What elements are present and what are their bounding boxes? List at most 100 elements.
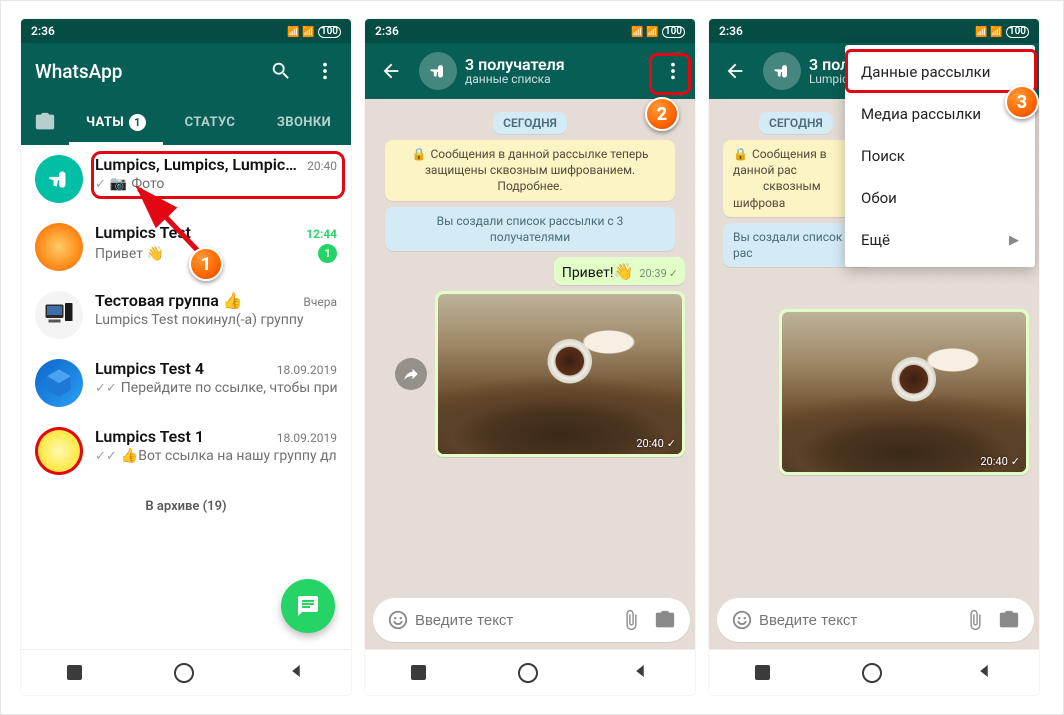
app-title: WhatsApp — [35, 60, 261, 83]
nav-back-icon[interactable] — [975, 662, 993, 684]
tab-status[interactable]: СТАТУС — [163, 99, 257, 145]
chat-title: 3 получателя — [465, 56, 645, 74]
chat-row[interactable]: Lumpics Test 1 18.09.2019 ✓✓👍Вот ссылка н… — [21, 417, 351, 485]
system-message: Вы создали список рассылки с 3 получател… — [385, 207, 675, 251]
app-bar: WhatsApp ЧАТЫ1 СТАТУС ЗВОНКИ — [21, 43, 351, 145]
chat-preview: ✓✓👍Вот ссылка на нашу группу для... — [95, 448, 337, 464]
tick-icon: ✓✓ — [95, 449, 117, 464]
tab-calls[interactable]: ЗВОНКИ — [257, 99, 351, 145]
message-input-bar — [709, 593, 1039, 649]
android-nav — [365, 649, 695, 695]
image-content: 20:40✓ — [438, 294, 682, 454]
unread-badge: 1 — [318, 244, 337, 263]
camera-tab-icon[interactable] — [21, 111, 69, 133]
chat-body: СЕГОДНЯ 🔒Сообщения в данной рассылке теп… — [365, 99, 695, 649]
phone-1-chat-list: 2:36 📶📶100 WhatsApp ЧАТЫ1 СТАТУС ЗВОНКИ — [21, 19, 351, 695]
message-input[interactable] — [759, 612, 958, 629]
chat-time: 20:40 — [307, 159, 337, 173]
status-time: 2:36 — [719, 24, 743, 38]
annotation-badge-1: 1 — [189, 247, 223, 281]
status-icons: 📶📶100 — [628, 24, 685, 38]
nav-recent-icon[interactable] — [411, 665, 426, 680]
phone-2-broadcast-chat: 2:36 📶📶100 3 получателя данные списка СЕ… — [365, 19, 695, 695]
archive-label[interactable]: В архиве (19) — [21, 485, 351, 528]
annotation-badge-2: 2 — [645, 97, 679, 131]
tick-icon: ✓ — [95, 177, 106, 192]
attach-icon[interactable] — [614, 609, 648, 631]
lock-icon: 🔒 — [733, 147, 748, 161]
status-bar: 2:36 📶📶100 — [365, 19, 695, 43]
options-menu: Данные рассылки Медиа рассылки Поиск Обо… — [845, 45, 1035, 267]
android-nav — [21, 649, 351, 695]
tab-chats[interactable]: ЧАТЫ1 — [69, 99, 163, 145]
tick-icon: ✓✓ — [95, 381, 117, 396]
menu-search[interactable]: Поиск — [845, 135, 1035, 177]
nav-back-icon[interactable] — [631, 662, 649, 684]
emoji-icon[interactable] — [725, 609, 759, 631]
annotation-badge-3: 3 — [1005, 85, 1039, 119]
avatar — [35, 223, 83, 271]
forward-icon[interactable] — [395, 358, 427, 390]
encryption-notice[interactable]: 🔒Сообщения в данной рассылке теперь защи… — [385, 140, 675, 201]
status-bar: 2:36 📶📶100 — [709, 19, 1039, 43]
chat-time: 12:44 — [306, 227, 337, 241]
emoji-icon[interactable] — [381, 609, 415, 631]
message-meta: 20:39✓ — [639, 267, 678, 280]
status-icons: 📶📶100 — [972, 24, 1029, 38]
date-chip: СЕГОДНЯ — [493, 112, 567, 134]
message-input[interactable] — [415, 612, 614, 629]
message-bubble-text[interactable]: Привет! 👋 20:39✓ — [554, 257, 685, 285]
nav-home-icon[interactable] — [518, 663, 538, 683]
nav-recent-icon[interactable] — [755, 665, 770, 680]
message-meta: 20:40✓ — [636, 437, 676, 450]
more-menu-icon[interactable] — [653, 51, 693, 91]
message-meta: 20:40✓ — [980, 455, 1020, 468]
new-chat-fab[interactable] — [281, 579, 335, 633]
chat-name: Lumpics, Lumpics, Lumpics Te... — [95, 155, 301, 174]
menu-more[interactable]: Ещё▶ — [845, 219, 1035, 261]
back-icon[interactable] — [371, 51, 411, 91]
nav-home-icon[interactable] — [862, 663, 882, 683]
tick-icon: ✓ — [667, 437, 676, 450]
chat-time: Вчера — [303, 295, 337, 309]
phone-3-menu-open: 2:36 📶📶100 3 получателя Lumpics, Lumpics… — [709, 19, 1039, 695]
search-icon[interactable] — [261, 51, 301, 91]
attach-icon[interactable] — [958, 609, 992, 631]
status-time: 2:36 — [31, 24, 55, 38]
tabs: ЧАТЫ1 СТАТУС ЗВОНКИ — [21, 99, 351, 145]
chat-time: 18.09.2019 — [277, 431, 337, 445]
camera-icon[interactable] — [648, 609, 682, 631]
avatar-broadcast-icon[interactable] — [419, 52, 457, 90]
avatar-broadcast-icon[interactable] — [763, 52, 801, 90]
tick-icon: ✓ — [1011, 455, 1020, 468]
chat-preview: Lumpics Test покинул(-а) группу — [95, 312, 304, 328]
avatar — [35, 427, 83, 475]
menu-wallpaper[interactable]: Обои — [845, 177, 1035, 219]
status-bar: 2:36 📶📶100 — [21, 19, 351, 43]
avatar — [35, 291, 83, 339]
chat-row[interactable]: Lumpics Test 418.09.2019 ✓✓Перейдите по … — [21, 349, 351, 417]
camera-icon[interactable] — [992, 609, 1026, 631]
lock-icon: 🔒 — [412, 147, 427, 161]
android-nav — [709, 649, 1039, 695]
avatar-broadcast-icon — [35, 155, 83, 203]
message-bubble-image[interactable]: 20:40✓ — [779, 309, 1029, 475]
more-menu-icon[interactable] — [305, 51, 345, 91]
chat-row[interactable]: Тестовая группа 👍 Вчера Lumpics Test поки… — [21, 281, 351, 349]
nav-home-icon[interactable] — [174, 663, 194, 683]
status-icons: 📶📶100 — [284, 24, 341, 38]
date-chip: СЕГОДНЯ — [759, 112, 833, 134]
chat-name: Lumpics Test 1 — [95, 427, 204, 446]
chat-name: Тестовая группа 👍 — [95, 291, 243, 310]
tick-icon: ✓ — [669, 267, 678, 280]
header-text[interactable]: 3 получателя данные списка — [465, 56, 645, 87]
message-bubble-image[interactable]: 20:40✓ — [435, 291, 685, 457]
chat-header: 3 получателя данные списка — [365, 43, 695, 99]
message-field[interactable] — [373, 598, 690, 642]
back-icon[interactable] — [715, 51, 755, 91]
nav-back-icon[interactable] — [287, 662, 305, 684]
message-field[interactable] — [717, 598, 1034, 642]
menu-broadcast-info[interactable]: Данные рассылки — [845, 51, 1035, 93]
chat-name: Lumpics Test 4 — [95, 359, 204, 378]
nav-recent-icon[interactable] — [67, 665, 82, 680]
